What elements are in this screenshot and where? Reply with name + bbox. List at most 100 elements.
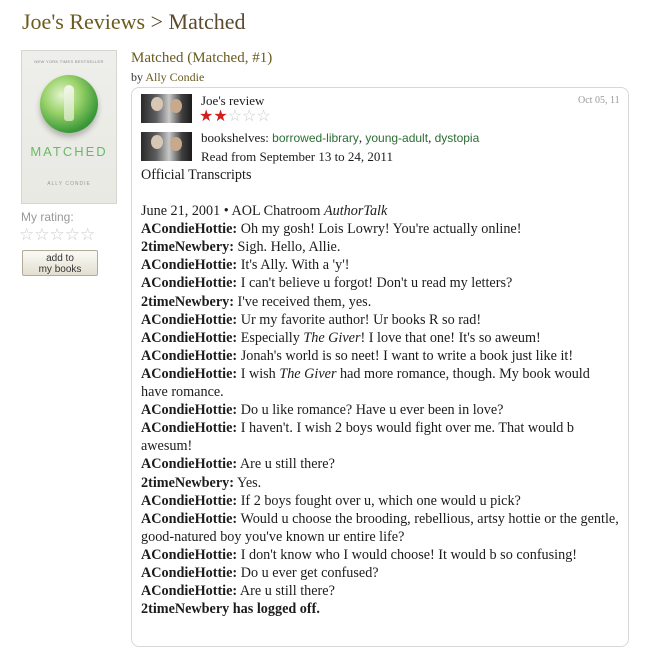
- chat-speaker: ACondieHottie:: [141, 257, 238, 274]
- my-rating-star-1[interactable]: ☆: [19, 225, 34, 244]
- chat-speaker: 2timeNewbery:: [141, 474, 234, 491]
- chat-line: ACondieHottie: I wish The Giver had more…: [141, 365, 619, 401]
- chat-logoff: 2timeNewbery has logged off.: [141, 601, 320, 618]
- chat-line: ACondieHottie: It's Ally. With a 'y'!: [141, 256, 619, 274]
- book-title-link[interactable]: Matched (Matched, #1): [131, 50, 272, 67]
- chat-speaker: ACondieHottie:: [141, 492, 238, 509]
- chat-line: ACondieHottie: Are u still there?: [141, 582, 619, 600]
- reviewer-label[interactable]: Joe's review: [201, 93, 264, 109]
- add-button-line1: add to: [46, 253, 74, 264]
- chat-text: Do u ever get confused?: [237, 564, 379, 581]
- byline: by Ally Condie: [131, 70, 204, 85]
- chat-line: ACondieHottie: Would u choose the broodi…: [141, 510, 619, 546]
- cover-art-sphere: [40, 75, 98, 133]
- chat-text: Oh my gosh! Lois Lowry! You're actually …: [237, 221, 522, 238]
- byline-by: by: [131, 70, 143, 84]
- chat-line: ACondieHottie: Especially The Giver! I l…: [141, 329, 619, 347]
- chat-speaker: ACondieHottie:: [141, 347, 238, 364]
- breadcrumb-current: Matched: [168, 9, 246, 34]
- reviewer-avatar[interactable]: [141, 94, 192, 123]
- chat-text: I can't believe u forgot! Don't u read m…: [237, 275, 513, 292]
- chat-date: June 21, 2001 • AOL Chatroom: [141, 203, 324, 220]
- chat-line: ACondieHottie: I haven't. I wish 2 boys …: [141, 419, 619, 455]
- chat-line: ACondieHottie: Do u like romance? Have u…: [141, 401, 619, 419]
- add-button-line2: my books: [38, 264, 82, 275]
- chat-text: Jonah's world is so neet! I want to writ…: [237, 347, 574, 364]
- shelf-link[interactable]: dystopia: [435, 131, 480, 145]
- add-to-my-books-button[interactable]: add to my books: [22, 250, 98, 276]
- chat-line: 2timeNewbery: Yes.: [141, 474, 619, 492]
- shelf-link[interactable]: young-adult: [365, 131, 428, 145]
- my-rating-star-3[interactable]: ☆: [50, 225, 65, 244]
- chat-text: Sigh. Hello, Allie.: [233, 239, 341, 256]
- chat-line: ACondieHottie: I can't believe u forgot!…: [141, 274, 619, 292]
- chat-line: ACondieHottie: Ur my favorite author! Ur…: [141, 311, 619, 329]
- chat-speaker: ACondieHottie:: [141, 456, 238, 473]
- chat-speaker: ACondieHottie:: [141, 329, 238, 346]
- my-rating-star-5[interactable]: ☆: [80, 225, 95, 244]
- chat-speaker: ACondieHottie:: [141, 402, 238, 419]
- review-body: Official Transcripts June 21, 2001 • AOL…: [141, 166, 619, 618]
- chat-text: It's Ally. With a 'y'!: [237, 257, 350, 274]
- breadcrumb-separator: >: [145, 9, 169, 34]
- review-star-3: ☆: [227, 108, 243, 125]
- bookshelves: bookshelves: borrowed-library, young-adu…: [201, 130, 479, 146]
- chat-text: I don't know who I would choose! It woul…: [237, 546, 578, 563]
- cover-author: ALLY CONDIE: [47, 181, 91, 187]
- chat-speaker: ACondieHottie:: [141, 583, 238, 600]
- chat-line: ACondieHottie: Oh my gosh! Lois Lowry! Y…: [141, 220, 619, 238]
- my-rating-star-4[interactable]: ☆: [65, 225, 80, 244]
- my-rating-stars[interactable]: ☆☆☆☆☆: [19, 226, 95, 245]
- chat-text: Are u still there?: [237, 583, 335, 600]
- bookshelves-label: bookshelves:: [201, 130, 273, 145]
- cover-title: MATCHED: [30, 144, 108, 159]
- reviewer-avatar-secondary[interactable]: [141, 132, 192, 161]
- my-rating-label: My rating:: [21, 210, 74, 224]
- chat-line: ACondieHottie: Are u still there?: [141, 455, 619, 473]
- chat-speaker: 2timeNewbery:: [141, 293, 234, 310]
- chat-speaker: ACondieHottie:: [141, 420, 238, 437]
- shelf-link[interactable]: borrowed-library: [272, 131, 359, 145]
- review-rating-stars: ★★☆☆☆: [199, 108, 271, 126]
- chat-text: Are u still there?: [237, 456, 335, 473]
- chat-header: June 21, 2001 • AOL Chatroom AuthorTalk: [141, 202, 619, 220]
- chat-text: ! I love that one! It's so aweum!: [360, 329, 541, 346]
- breadcrumb-joes-reviews[interactable]: Joe's Reviews: [22, 9, 145, 34]
- chat-line: 2timeNewbery: Sigh. Hello, Allie.: [141, 238, 619, 256]
- chat-speaker: ACondieHottie:: [141, 564, 238, 581]
- chat-venue: AuthorTalk: [323, 203, 388, 220]
- author-link[interactable]: Ally Condie: [145, 70, 204, 84]
- book-title-mention: The Giver: [279, 365, 337, 382]
- chat-speaker: ACondieHottie:: [141, 510, 238, 527]
- chat-text: Do u like romance? Have u ever been in l…: [237, 402, 504, 419]
- chat-speaker: ACondieHottie:: [141, 221, 238, 238]
- chat-closing: 2timeNewbery has logged off.: [141, 600, 619, 618]
- review-heading: Official Transcripts: [141, 167, 252, 183]
- chat-speaker: ACondieHottie:: [141, 275, 238, 292]
- chat-speaker: ACondieHottie:: [141, 365, 238, 382]
- chat-text: I've received them, yes.: [233, 293, 372, 310]
- book-title-mention: The Giver: [303, 329, 361, 346]
- chat-speaker: 2timeNewbery:: [141, 239, 234, 256]
- chat-speaker: ACondieHottie:: [141, 546, 238, 563]
- book-cover[interactable]: NEW YORK TIMES BESTSELLER MATCHED ALLY C…: [21, 50, 117, 204]
- review-star-1: ★: [199, 108, 214, 125]
- chat-line: ACondieHottie: If 2 boys fought over u, …: [141, 492, 619, 510]
- cover-blurb: NEW YORK TIMES BESTSELLER: [34, 59, 104, 64]
- chat-text: I wish: [237, 365, 280, 382]
- read-dates: Read from September 13 to 24, 2011: [201, 149, 393, 164]
- chat-text: If 2 boys fought over u, which one would…: [237, 492, 521, 509]
- my-rating-star-2[interactable]: ☆: [34, 225, 49, 244]
- chat-text: Yes.: [233, 474, 262, 491]
- chat-line: ACondieHottie: Do u ever get confused?: [141, 564, 619, 582]
- chat-text: Especially: [237, 329, 304, 346]
- chat-line: ACondieHottie: I don't know who I would …: [141, 546, 619, 564]
- review-star-5: ☆: [256, 108, 271, 125]
- chat-text: Ur my favorite author! Ur books R so rad…: [237, 311, 482, 328]
- review-date: Oct 05, 11: [578, 95, 620, 106]
- chat-line: 2timeNewbery: I've received them, yes.: [141, 293, 619, 311]
- chat-line: ACondieHottie: Jonah's world is so neet!…: [141, 347, 619, 365]
- chat-speaker: ACondieHottie:: [141, 311, 238, 328]
- review-star-2: ★: [213, 108, 228, 125]
